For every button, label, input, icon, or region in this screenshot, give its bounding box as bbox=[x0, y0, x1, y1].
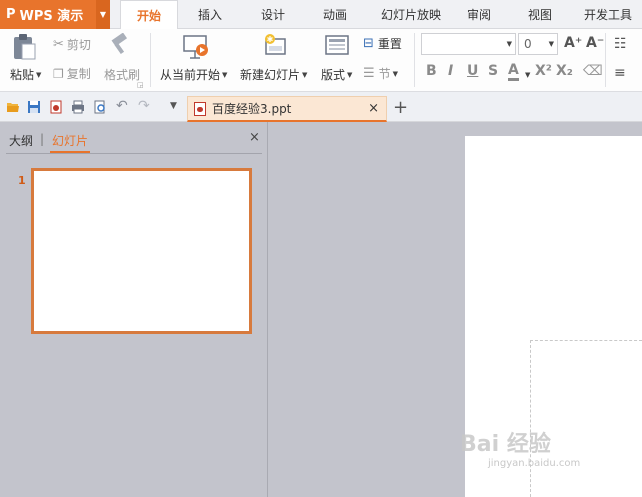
tab-divider: | bbox=[40, 132, 45, 146]
tab-home[interactable]: 开始 bbox=[120, 0, 178, 30]
format-painter-label: 格式刷 bbox=[104, 68, 141, 82]
tab-developer[interactable]: 开发工具 bbox=[574, 0, 642, 29]
text-placeholder[interactable] bbox=[530, 340, 642, 497]
new-tab-button[interactable]: + bbox=[393, 97, 408, 118]
grow-font-button[interactable]: A⁺ bbox=[564, 35, 582, 51]
baidu-watermark-url: jingyan.baidu.com bbox=[488, 458, 581, 469]
play-from-current-icon[interactable] bbox=[182, 34, 210, 60]
paste-button[interactable]: 粘贴 ▼ bbox=[10, 66, 41, 83]
document-tab[interactable]: 百度经验3.ppt × bbox=[187, 96, 387, 122]
reset-icon: ⊟ bbox=[363, 36, 374, 51]
font-color-button[interactable]: A bbox=[508, 62, 519, 81]
strikethrough-button[interactable]: S bbox=[488, 63, 498, 79]
copy-button[interactable]: ❐ 复制 bbox=[53, 65, 91, 82]
bullet-list-icon[interactable]: ☷ bbox=[614, 36, 627, 52]
layout-chevron-down-icon: ▼ bbox=[347, 70, 353, 79]
format-painter-button[interactable]: 格式刷 bbox=[104, 66, 140, 83]
section-chevron-down-icon: ▼ bbox=[392, 69, 399, 78]
section-button[interactable]: ☰ 节 ▼ bbox=[363, 65, 398, 82]
layout-icon[interactable] bbox=[325, 35, 349, 57]
underline-button[interactable]: U bbox=[467, 63, 478, 79]
font-name-select[interactable]: ▼ bbox=[421, 33, 516, 55]
from-current-label: 从当前开始 bbox=[160, 68, 221, 82]
clear-format-icon[interactable]: ⌫ bbox=[583, 63, 603, 79]
close-panel-icon[interactable]: × bbox=[249, 130, 260, 145]
tab-outline[interactable]: 大纲 bbox=[9, 132, 33, 149]
print-icon[interactable] bbox=[71, 100, 85, 114]
svg-text:✱: ✱ bbox=[267, 35, 274, 44]
clipboard-expand-icon[interactable]: ◲ bbox=[137, 81, 144, 89]
tab-animation[interactable]: 动画 bbox=[310, 0, 360, 29]
slides-panel: 大纲 | 幻灯片 × 1 bbox=[0, 122, 268, 497]
section-label: 节 bbox=[378, 67, 391, 81]
font-size-select[interactable]: 0 ▼ bbox=[518, 33, 558, 55]
copy-icon: ❐ bbox=[53, 66, 64, 81]
baidu-watermark: Bai 经验 bbox=[460, 432, 551, 457]
tab-view[interactable]: 视图 bbox=[516, 0, 564, 29]
paste-chevron-down-icon: ▼ bbox=[36, 70, 42, 79]
layout-button[interactable]: 版式 ▼ bbox=[321, 66, 352, 83]
new-slide-icon[interactable]: ✱ bbox=[262, 33, 288, 59]
shrink-font-button[interactable]: A⁻ bbox=[586, 35, 604, 51]
font-name-chevron-down-icon: ▼ bbox=[506, 40, 512, 48]
app-dropdown-chevron-icon[interactable]: ▼ bbox=[96, 0, 110, 29]
slide-number: 1 bbox=[18, 174, 26, 187]
open-folder-icon[interactable] bbox=[6, 100, 20, 114]
ppt-file-icon bbox=[194, 101, 206, 116]
reset-button[interactable]: ⊟ 重置 bbox=[363, 35, 402, 52]
export-pdf-icon[interactable] bbox=[49, 100, 63, 114]
ribbon-divider bbox=[605, 33, 606, 87]
close-tab-icon[interactable]: × bbox=[368, 101, 379, 116]
ribbon-divider bbox=[414, 33, 415, 87]
font-color-chevron-down-icon[interactable]: ▼ bbox=[525, 71, 530, 79]
section-icon: ☰ bbox=[363, 66, 375, 81]
tab-insert[interactable]: 插入 bbox=[185, 0, 235, 29]
paste-icon[interactable] bbox=[11, 33, 37, 61]
redo-icon[interactable]: ↷ bbox=[138, 98, 150, 114]
panel-divider bbox=[6, 153, 262, 154]
format-painter-icon[interactable] bbox=[108, 33, 132, 57]
tab-slideshow[interactable]: 幻灯片放映 bbox=[368, 0, 454, 29]
tab-slides[interactable]: 幻灯片 bbox=[52, 132, 88, 149]
ribbon: 粘贴 ▼ ✂ 剪切 ❐ 复制 格式刷 ◲ 从当前开始 ▼ ✱ 新建幻灯片 ▼ 版式 ▼ ⊟ 重… bbox=[0, 29, 642, 92]
superscript-button[interactable]: X² bbox=[535, 63, 552, 79]
subscript-button[interactable]: X₂ bbox=[556, 63, 573, 79]
font-size-value: 0 bbox=[524, 37, 532, 51]
new-slide-button[interactable]: 新建幻灯片 ▼ bbox=[240, 66, 307, 83]
align-icon[interactable]: ≡ bbox=[614, 65, 626, 81]
bold-button[interactable]: B bbox=[426, 63, 437, 79]
cut-button[interactable]: ✂ 剪切 bbox=[53, 36, 91, 53]
copy-label: 复制 bbox=[66, 67, 91, 81]
from-current-button[interactable]: 从当前开始 ▼ bbox=[160, 66, 227, 83]
print-preview-icon[interactable] bbox=[93, 100, 107, 114]
save-icon[interactable] bbox=[27, 100, 41, 114]
app-name: WPS 演示 bbox=[19, 9, 84, 24]
ribbon-divider bbox=[150, 33, 151, 87]
new-slide-chevron-down-icon: ▼ bbox=[302, 70, 308, 79]
document-tab-label: 百度经验3.ppt bbox=[212, 102, 292, 116]
undo-icon[interactable]: ↶ bbox=[116, 98, 128, 114]
tab-design[interactable]: 设计 bbox=[248, 0, 298, 29]
new-slide-label: 新建幻灯片 bbox=[240, 68, 301, 82]
wps-logo-icon: P bbox=[6, 7, 16, 22]
layout-label: 版式 bbox=[321, 68, 346, 82]
paste-label: 粘贴 bbox=[10, 68, 35, 82]
reset-label: 重置 bbox=[377, 37, 402, 51]
menu-bar: P WPS 演示 ▼ 开始 插入 设计 动画 幻灯片放映 审阅 视图 开发工具 bbox=[0, 0, 642, 30]
app-menu-button[interactable]: P WPS 演示 bbox=[0, 0, 96, 29]
from-current-chevron-down-icon: ▼ bbox=[222, 70, 228, 79]
tab-review[interactable]: 审阅 bbox=[455, 0, 503, 29]
customize-chevron-down-icon[interactable]: ▼ bbox=[170, 101, 177, 111]
slide-thumbnail[interactable] bbox=[31, 168, 252, 334]
italic-button[interactable]: I bbox=[448, 63, 453, 79]
cut-label: 剪切 bbox=[66, 38, 91, 52]
font-size-chevron-down-icon: ▼ bbox=[548, 40, 554, 48]
active-tab-underline bbox=[50, 151, 90, 153]
slide-canvas bbox=[269, 122, 642, 497]
scissors-icon: ✂ bbox=[53, 37, 64, 52]
